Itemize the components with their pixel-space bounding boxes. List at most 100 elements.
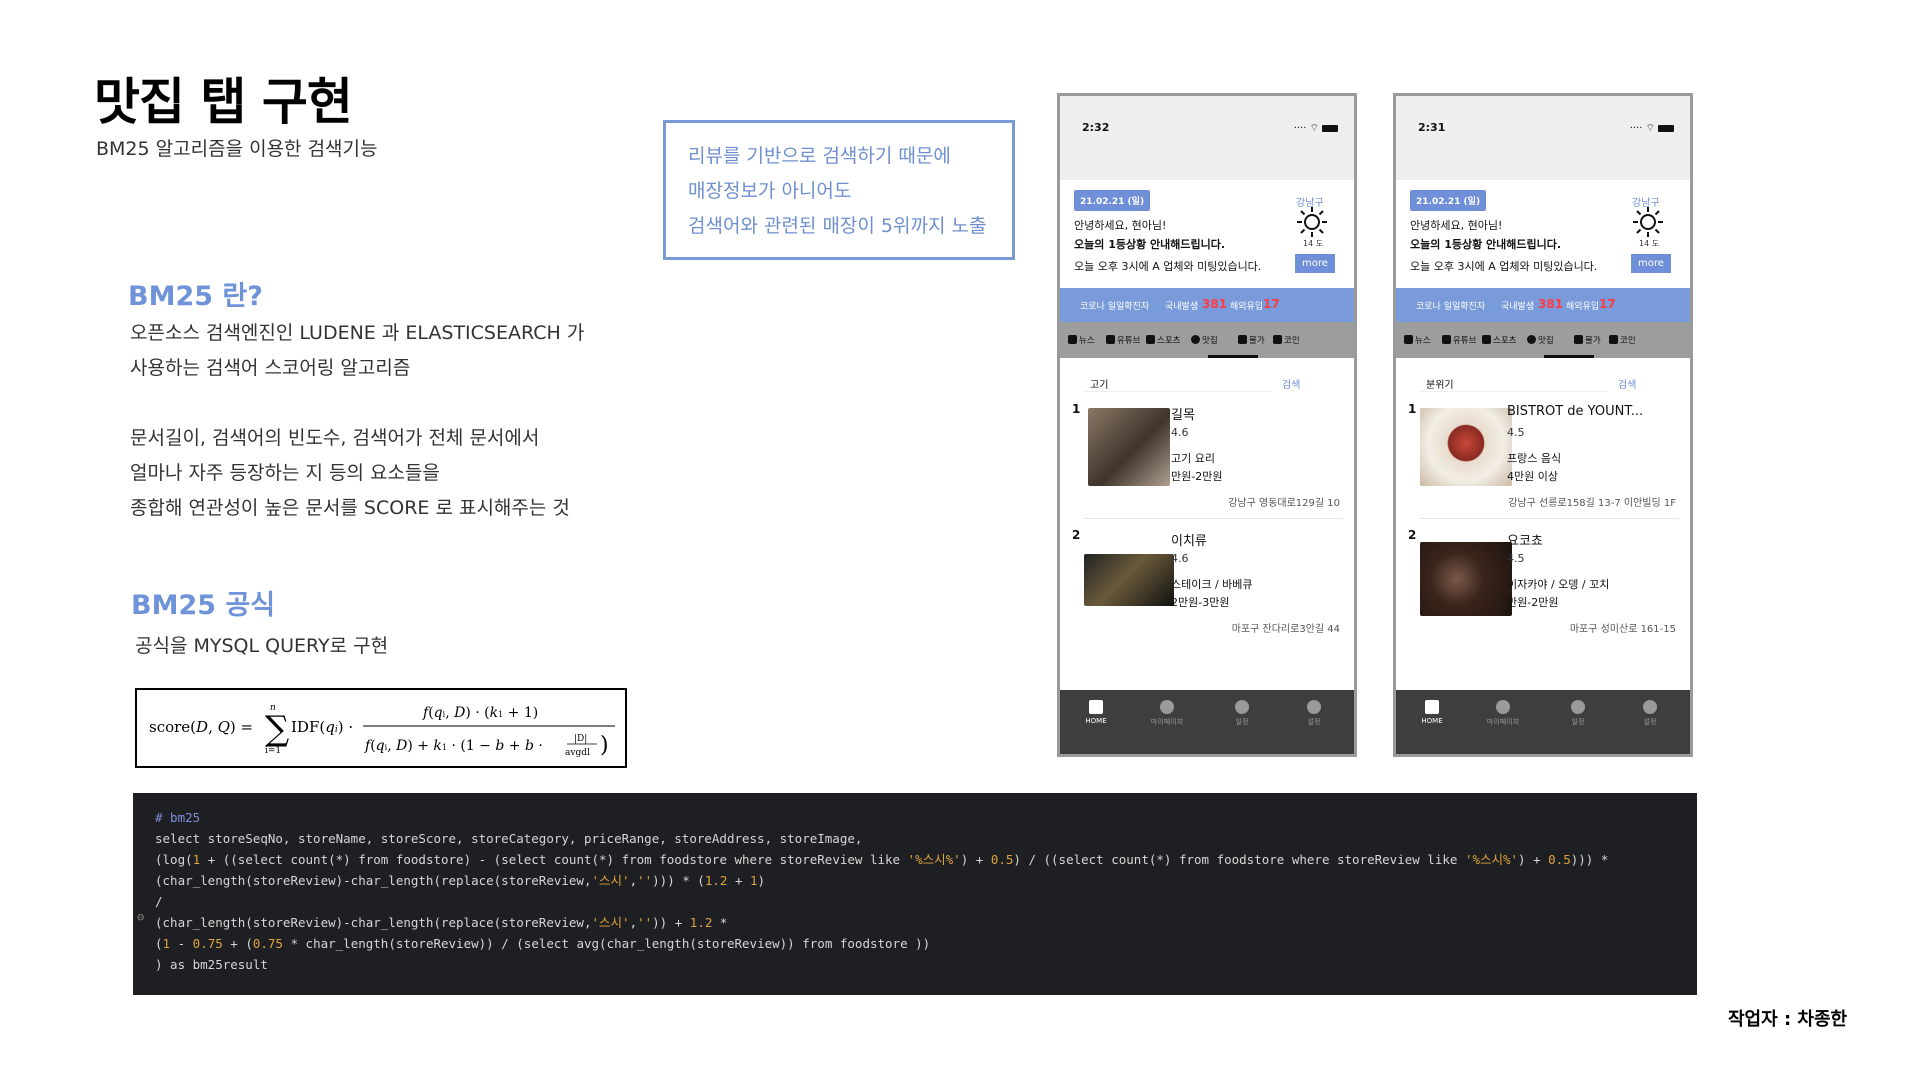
author-credit: 작업자 : 차종한	[1728, 1009, 1848, 1030]
bottom-nav: HOME 마이페이지 일정 설정	[1060, 690, 1354, 754]
code-line: (log(1 + ((select count(*) from foodstor…	[155, 852, 1609, 867]
person-icon	[1496, 700, 1510, 714]
covid-bar: 코로나 일일확진자 국내발생 381 해외유입 17	[1060, 288, 1354, 322]
search-input[interactable]: 분위기	[1420, 370, 1608, 392]
nav-schedule[interactable]: 일정	[1222, 700, 1262, 727]
code-line: # bm25	[155, 810, 201, 825]
result-address: 강남구 영동대로129길 10	[1228, 498, 1340, 509]
callout-line: 검색어와 관련된 매장이 5위까지 노출	[688, 215, 987, 237]
tab-prices[interactable]: 물가	[1238, 334, 1265, 346]
calendar-icon	[1571, 700, 1585, 714]
meeting-text: 오늘 오후 3시에 A 업체와 미팅있습니다.	[1074, 260, 1262, 273]
tab-sports[interactable]: 스포츠	[1146, 334, 1180, 346]
restaurant-results: 고기 검색 1 길목 4.6 고기 요리 만원-2만원 강남구 영동대로129길…	[1060, 358, 1354, 690]
tab-prices[interactable]: 물가	[1574, 334, 1601, 346]
result-image[interactable]	[1420, 542, 1512, 616]
status-bar: 2:32 ···· ⌔	[1060, 96, 1354, 180]
result-image[interactable]	[1420, 408, 1512, 486]
covid-label: 코로나 일일확진자	[1416, 302, 1486, 312]
covid-domestic-label: 국내발생	[1165, 302, 1199, 312]
code-line: select storeSeqNo, storeName, storeScore…	[155, 831, 863, 846]
meeting-text: 오늘 오후 3시에 A 업체와 미팅있습니다.	[1410, 260, 1598, 273]
svg-text:avgdl: avgdl	[565, 748, 590, 758]
info-card: 21.02.21 (일) 안녕하세요, 현아님! 오늘의 1등상황 안내해드립니…	[1396, 180, 1690, 288]
nav-settings[interactable]: 설정	[1630, 700, 1670, 727]
nav-home[interactable]: HOME	[1412, 700, 1452, 725]
nav-schedule[interactable]: 일정	[1558, 700, 1598, 727]
more-button[interactable]: more	[1631, 254, 1671, 273]
date-badge: 21.02.21 (일)	[1074, 190, 1151, 211]
status-bar: 2:31 ···· ⌔	[1396, 96, 1690, 180]
page-subtitle: BM25 알고리즘을 이용한 검색기능	[96, 138, 378, 160]
search-button[interactable]: 검색	[1618, 376, 1636, 391]
gear-icon	[1307, 700, 1321, 714]
tab-youtube[interactable]: 유튜브	[1106, 334, 1140, 346]
tab-youtube[interactable]: 유튜브	[1442, 334, 1476, 346]
divider	[1420, 518, 1678, 519]
tab-news[interactable]: 뉴스	[1068, 334, 1095, 346]
code-line: (char_length(storeReview)-char_length(re…	[155, 915, 728, 930]
code-line: (1 - 0.75 + (0.75 * char_length(storeRev…	[155, 936, 931, 951]
nav-home[interactable]: HOME	[1076, 700, 1116, 725]
tab-restaurant[interactable]: 맛집	[1191, 334, 1218, 346]
fold-icon[interactable]: ⊖	[137, 907, 144, 928]
phone-screen-1: 2:32 ···· ⌔ 21.02.21 (일) 안녕하세요, 현아님! 오늘의…	[1057, 93, 1357, 757]
result-name[interactable]: 요코쵸	[1507, 530, 1543, 549]
cart-icon	[1238, 335, 1247, 344]
covid-overseas-label: 해외유입	[1566, 302, 1600, 312]
nav-settings[interactable]: 설정	[1294, 700, 1334, 727]
result-address: 강남구 선릉로158길 13-7 이안빌딩 1F	[1508, 498, 1676, 509]
tab-news[interactable]: 뉴스	[1404, 334, 1431, 346]
svg-text:n: n	[270, 703, 276, 713]
guide-text: 오늘의 1등상황 안내해드립니다.	[1074, 238, 1226, 251]
tab-coin[interactable]: 코인	[1609, 334, 1636, 346]
search-button[interactable]: 검색	[1282, 376, 1300, 391]
result-score: 4.6	[1171, 552, 1189, 565]
result-price: 2만원-3만원	[1171, 596, 1230, 609]
restaurant-icon	[1191, 335, 1200, 344]
restaurant-results: 분위기 검색 1 BISTROT de YOUNT... 4.5 프랑스 음식 …	[1396, 358, 1690, 690]
svg-text:f(qi, D) + k1 · (1 − b + b ·: f(qi, D) + k1 · (1 − b + b ·	[364, 738, 543, 754]
tab-coin[interactable]: 코인	[1273, 334, 1300, 346]
home-icon	[1425, 700, 1439, 714]
svg-text:∑: ∑	[265, 709, 289, 749]
covid-overseas-count: 17	[1599, 297, 1616, 311]
nav-mypage[interactable]: 마이페이지	[1483, 700, 1523, 727]
result-name[interactable]: 길목	[1171, 404, 1195, 423]
bm25-line: 문서길이, 검색어의 빈도수, 검색어가 전체 문서에서	[130, 427, 540, 449]
divider	[1084, 518, 1342, 519]
result-score: 4.5	[1507, 426, 1525, 439]
status-time: 2:32	[1082, 121, 1110, 134]
svg-text:i=1: i=1	[265, 746, 281, 756]
result-address: 마포구 성미산로 161-15	[1569, 624, 1676, 635]
covid-domestic-label: 국내발생	[1501, 302, 1535, 312]
callout-line: 매장정보가 아니어도	[688, 180, 852, 202]
result-category: 스테이크 / 바베큐	[1171, 578, 1253, 591]
category-tabs: 뉴스 유튜브 스포츠 맛집 물가 코인	[1060, 322, 1354, 358]
covid-label: 코로나 일일확진자	[1080, 302, 1150, 312]
result-name[interactable]: 이치류	[1171, 530, 1207, 549]
tab-restaurant[interactable]: 맛집	[1527, 334, 1554, 346]
restaurant-icon	[1527, 335, 1536, 344]
svg-text:f(qi, D) · (k1 + 1): f(qi, D) · (k1 + 1)	[422, 705, 538, 721]
covid-domestic-count: 381	[1202, 297, 1228, 311]
bm25-description: 오픈소스 검색엔진인 LUDENE 과 ELASTICSEARCH 가 사용하는…	[130, 316, 584, 526]
temperature: 14 도	[1639, 239, 1660, 248]
bm25-line	[130, 386, 584, 421]
formula-description: 공식을 MYSQL QUERY로 구현	[135, 635, 389, 657]
result-image[interactable]	[1088, 408, 1170, 486]
nav-mypage[interactable]: 마이페이지	[1147, 700, 1187, 727]
tab-sports[interactable]: 스포츠	[1482, 334, 1516, 346]
news-icon	[1068, 335, 1077, 344]
info-card: 21.02.21 (일) 안녕하세요, 현아님! 오늘의 1등상황 안내해드립니…	[1060, 180, 1354, 288]
person-icon	[1160, 700, 1174, 714]
callout-box: 리뷰를 기반으로 검색하기 때문에 매장정보가 아니어도 검색어와 관련된 매장…	[663, 120, 1015, 260]
result-price: 만원-2만원	[1171, 470, 1223, 483]
svg-text:): )	[600, 733, 609, 758]
result-image[interactable]	[1084, 554, 1174, 606]
home-icon	[1089, 700, 1103, 714]
more-button[interactable]: more	[1295, 254, 1335, 273]
sql-code-block: ⊖ # bm25 select storeSeqNo, storeName, s…	[133, 793, 1697, 995]
result-name[interactable]: BISTROT de YOUNT...	[1507, 404, 1643, 419]
search-input[interactable]: 고기	[1084, 370, 1272, 392]
